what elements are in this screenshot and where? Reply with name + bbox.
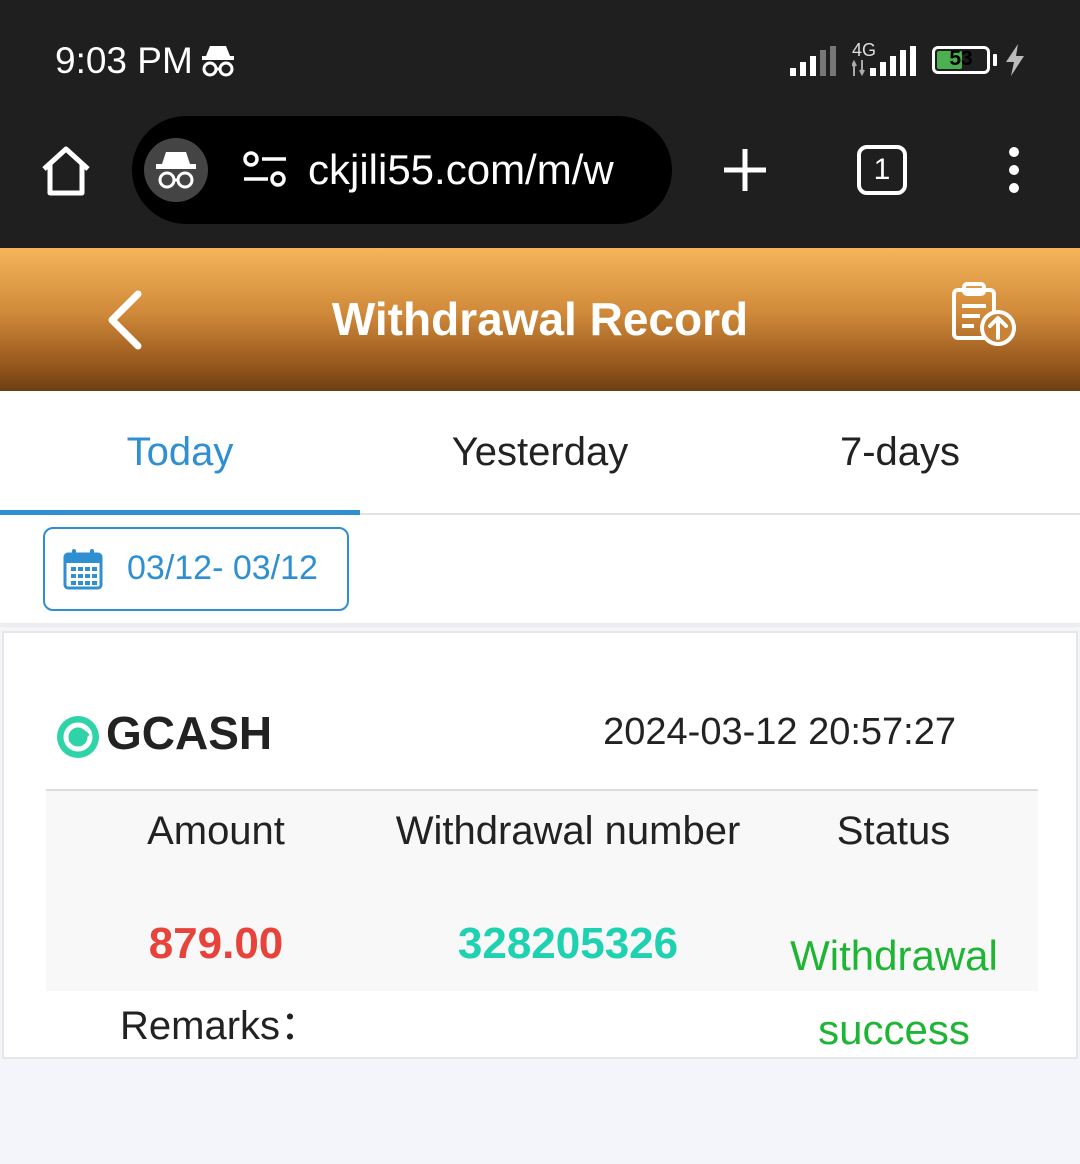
date-range-text: 03/12- 03/12 — [127, 549, 318, 587]
battery-level: 53 — [949, 47, 973, 70]
status-value: Withdrawal success — [790, 932, 998, 1053]
record-details: Amount Withdrawal number Status 879.00 3… — [46, 789, 1038, 1053]
new-tab-icon[interactable] — [720, 145, 770, 195]
incognito-badge[interactable] — [144, 138, 208, 202]
address-bar[interactable]: ckjili55.com/m/w — [132, 116, 672, 224]
tab-today[interactable]: Today — [0, 391, 360, 515]
tab-7-days[interactable]: 7-days — [720, 391, 1080, 515]
clipboard-upload-icon[interactable] — [950, 282, 1020, 348]
tab-switcher-button[interactable]: 1 — [857, 145, 907, 195]
calendar-icon — [63, 549, 103, 590]
site-settings-icon[interactable] — [242, 151, 288, 187]
gcash-logo-icon — [57, 716, 99, 758]
home-icon[interactable] — [38, 143, 94, 197]
signal-strength-4g-icon — [852, 46, 916, 76]
status-header: Status — [836, 809, 951, 853]
tab-yesterday[interactable]: Yesterday — [360, 391, 720, 515]
battery-tip — [993, 54, 997, 66]
app-header: Withdrawal Record — [0, 248, 1080, 391]
record-datetime: 2024-03-12 20:57:27 — [603, 711, 956, 753]
browser-chrome: 9:03 PM 4G 53 ckjili55.com/m/w 1 — [0, 0, 1080, 248]
signal-strength-icon — [790, 46, 836, 76]
withdrawal-number-header: Withdrawal number — [395, 809, 741, 853]
date-range-picker[interactable]: 03/12- 03/12 — [43, 527, 349, 611]
period-tabs: Today Yesterday 7-days — [0, 391, 1080, 515]
battery-icon: 53 — [932, 46, 990, 74]
incognito-icon — [156, 152, 196, 189]
amount-header: Amount — [147, 809, 285, 853]
payment-method: GCASH — [106, 707, 273, 759]
withdrawal-number-value: 328205326 — [457, 919, 679, 968]
amount-value: 879.00 — [148, 919, 284, 968]
page-title: Withdrawal Record — [331, 293, 749, 345]
remarks-label: Remarks： — [120, 1004, 321, 1048]
url-text[interactable]: ckjili55.com/m/w — [308, 146, 658, 194]
incognito-status-icon — [202, 46, 234, 77]
charging-icon — [1006, 44, 1024, 76]
status-time: 9:03 PM — [55, 40, 193, 81]
more-menu-icon[interactable] — [1004, 146, 1024, 194]
withdrawal-record-card: GCASH 2024-03-12 20:57:27 Amount Withdra… — [2, 631, 1078, 1059]
date-filter-area: 03/12- 03/12 — [0, 515, 1080, 627]
